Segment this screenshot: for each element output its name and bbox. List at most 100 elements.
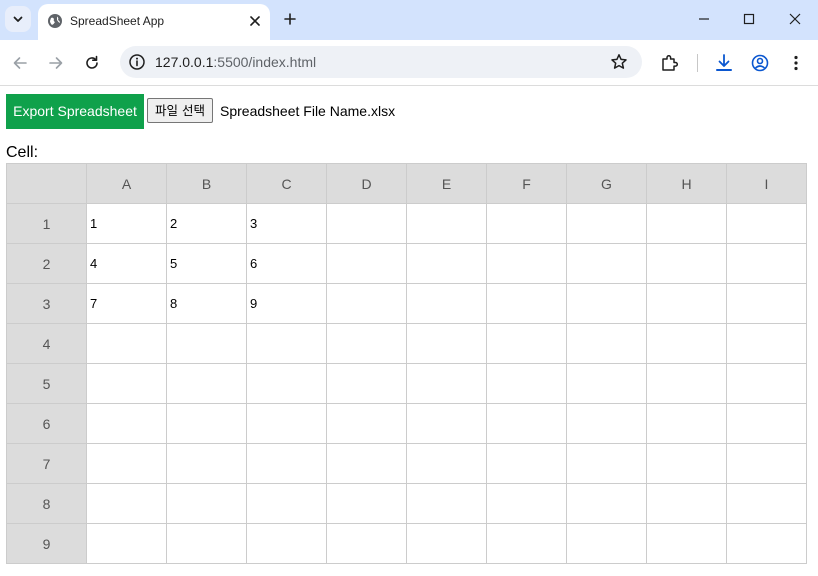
cell-f2[interactable] bbox=[486, 243, 567, 284]
cell-e8[interactable] bbox=[406, 483, 487, 524]
cell-a6[interactable] bbox=[86, 403, 167, 444]
row-header-8[interactable]: 8 bbox=[6, 483, 87, 524]
cell-d3[interactable] bbox=[326, 283, 407, 324]
cell-i7[interactable] bbox=[726, 443, 807, 484]
cell-h8[interactable] bbox=[646, 483, 727, 524]
reload-button[interactable] bbox=[80, 51, 104, 75]
cell-a7[interactable] bbox=[86, 443, 167, 484]
cell-c4[interactable] bbox=[246, 323, 327, 364]
cell-d1[interactable] bbox=[326, 203, 407, 244]
cell-b2[interactable]: 5 bbox=[166, 243, 247, 284]
downloads-button[interactable] bbox=[713, 52, 735, 74]
cell-g1[interactable] bbox=[566, 203, 647, 244]
cell-i3[interactable] bbox=[726, 283, 807, 324]
cell-b6[interactable] bbox=[166, 403, 247, 444]
cell-e1[interactable] bbox=[406, 203, 487, 244]
cell-h9[interactable] bbox=[646, 523, 727, 564]
cell-d9[interactable] bbox=[326, 523, 407, 564]
cell-h4[interactable] bbox=[646, 323, 727, 364]
cell-c1[interactable]: 3 bbox=[246, 203, 327, 244]
cell-g5[interactable] bbox=[566, 363, 647, 404]
cell-b3[interactable]: 8 bbox=[166, 283, 247, 324]
column-header-e[interactable]: E bbox=[406, 163, 487, 204]
cell-b7[interactable] bbox=[166, 443, 247, 484]
cell-f7[interactable] bbox=[486, 443, 567, 484]
column-header-d[interactable]: D bbox=[326, 163, 407, 204]
cell-a4[interactable] bbox=[86, 323, 167, 364]
cell-i8[interactable] bbox=[726, 483, 807, 524]
profile-button[interactable] bbox=[749, 52, 771, 74]
cell-a3[interactable]: 7 bbox=[86, 283, 167, 324]
cell-d6[interactable] bbox=[326, 403, 407, 444]
browser-menu-button[interactable] bbox=[785, 52, 807, 74]
info-icon[interactable] bbox=[128, 53, 146, 71]
cell-f6[interactable] bbox=[486, 403, 567, 444]
url-text[interactable]: 127.0.0.1:5500/index.html bbox=[155, 54, 316, 70]
row-header-7[interactable]: 7 bbox=[6, 443, 87, 484]
star-icon[interactable] bbox=[610, 53, 628, 71]
tab-close-button[interactable] bbox=[245, 11, 265, 31]
new-tab-button[interactable] bbox=[280, 9, 300, 29]
cell-h6[interactable] bbox=[646, 403, 727, 444]
column-header-i[interactable]: I bbox=[726, 163, 807, 204]
cell-f8[interactable] bbox=[486, 483, 567, 524]
forward-button[interactable] bbox=[44, 51, 68, 75]
cell-b8[interactable] bbox=[166, 483, 247, 524]
row-header-1[interactable]: 1 bbox=[6, 203, 87, 244]
row-header-5[interactable]: 5 bbox=[6, 363, 87, 404]
cell-d5[interactable] bbox=[326, 363, 407, 404]
cell-h2[interactable] bbox=[646, 243, 727, 284]
cell-a8[interactable] bbox=[86, 483, 167, 524]
cell-i2[interactable] bbox=[726, 243, 807, 284]
cell-g4[interactable] bbox=[566, 323, 647, 364]
cell-f9[interactable] bbox=[486, 523, 567, 564]
extensions-button[interactable] bbox=[659, 52, 681, 74]
cell-c9[interactable] bbox=[246, 523, 327, 564]
cell-i1[interactable] bbox=[726, 203, 807, 244]
column-header-c[interactable]: C bbox=[246, 163, 327, 204]
cell-f3[interactable] bbox=[486, 283, 567, 324]
cell-h3[interactable] bbox=[646, 283, 727, 324]
row-header-4[interactable]: 4 bbox=[6, 323, 87, 364]
export-spreadsheet-button[interactable]: Export Spreadsheet bbox=[6, 94, 144, 129]
column-header-g[interactable]: G bbox=[566, 163, 647, 204]
cell-g3[interactable] bbox=[566, 283, 647, 324]
cell-g7[interactable] bbox=[566, 443, 647, 484]
cell-e9[interactable] bbox=[406, 523, 487, 564]
maximize-button[interactable] bbox=[729, 4, 769, 34]
cell-c5[interactable] bbox=[246, 363, 327, 404]
cell-i5[interactable] bbox=[726, 363, 807, 404]
cell-h1[interactable] bbox=[646, 203, 727, 244]
cell-i4[interactable] bbox=[726, 323, 807, 364]
column-header-f[interactable]: F bbox=[486, 163, 567, 204]
cell-g2[interactable] bbox=[566, 243, 647, 284]
cell-b4[interactable] bbox=[166, 323, 247, 364]
cell-e7[interactable] bbox=[406, 443, 487, 484]
tab-search-button[interactable] bbox=[5, 6, 31, 32]
column-header-h[interactable]: H bbox=[646, 163, 727, 204]
row-header-6[interactable]: 6 bbox=[6, 403, 87, 444]
cell-d2[interactable] bbox=[326, 243, 407, 284]
cell-b9[interactable] bbox=[166, 523, 247, 564]
row-header-2[interactable]: 2 bbox=[6, 243, 87, 284]
row-header-3[interactable]: 3 bbox=[6, 283, 87, 324]
cell-f1[interactable] bbox=[486, 203, 567, 244]
browser-tab-active[interactable]: SpreadSheet App bbox=[38, 4, 270, 40]
cell-h7[interactable] bbox=[646, 443, 727, 484]
column-header-b[interactable]: B bbox=[166, 163, 247, 204]
cell-a1[interactable]: 1 bbox=[86, 203, 167, 244]
cell-f5[interactable] bbox=[486, 363, 567, 404]
cell-b5[interactable] bbox=[166, 363, 247, 404]
address-bar[interactable]: 127.0.0.1:5500/index.html bbox=[120, 46, 642, 78]
cell-i9[interactable] bbox=[726, 523, 807, 564]
cell-d8[interactable] bbox=[326, 483, 407, 524]
cell-a2[interactable]: 4 bbox=[86, 243, 167, 284]
column-header-a[interactable]: A bbox=[86, 163, 167, 204]
minimize-button[interactable] bbox=[684, 4, 724, 34]
cell-e4[interactable] bbox=[406, 323, 487, 364]
cell-h5[interactable] bbox=[646, 363, 727, 404]
cell-d4[interactable] bbox=[326, 323, 407, 364]
choose-file-button[interactable]: 파일 선택 bbox=[147, 98, 213, 123]
cell-c6[interactable] bbox=[246, 403, 327, 444]
cell-i6[interactable] bbox=[726, 403, 807, 444]
